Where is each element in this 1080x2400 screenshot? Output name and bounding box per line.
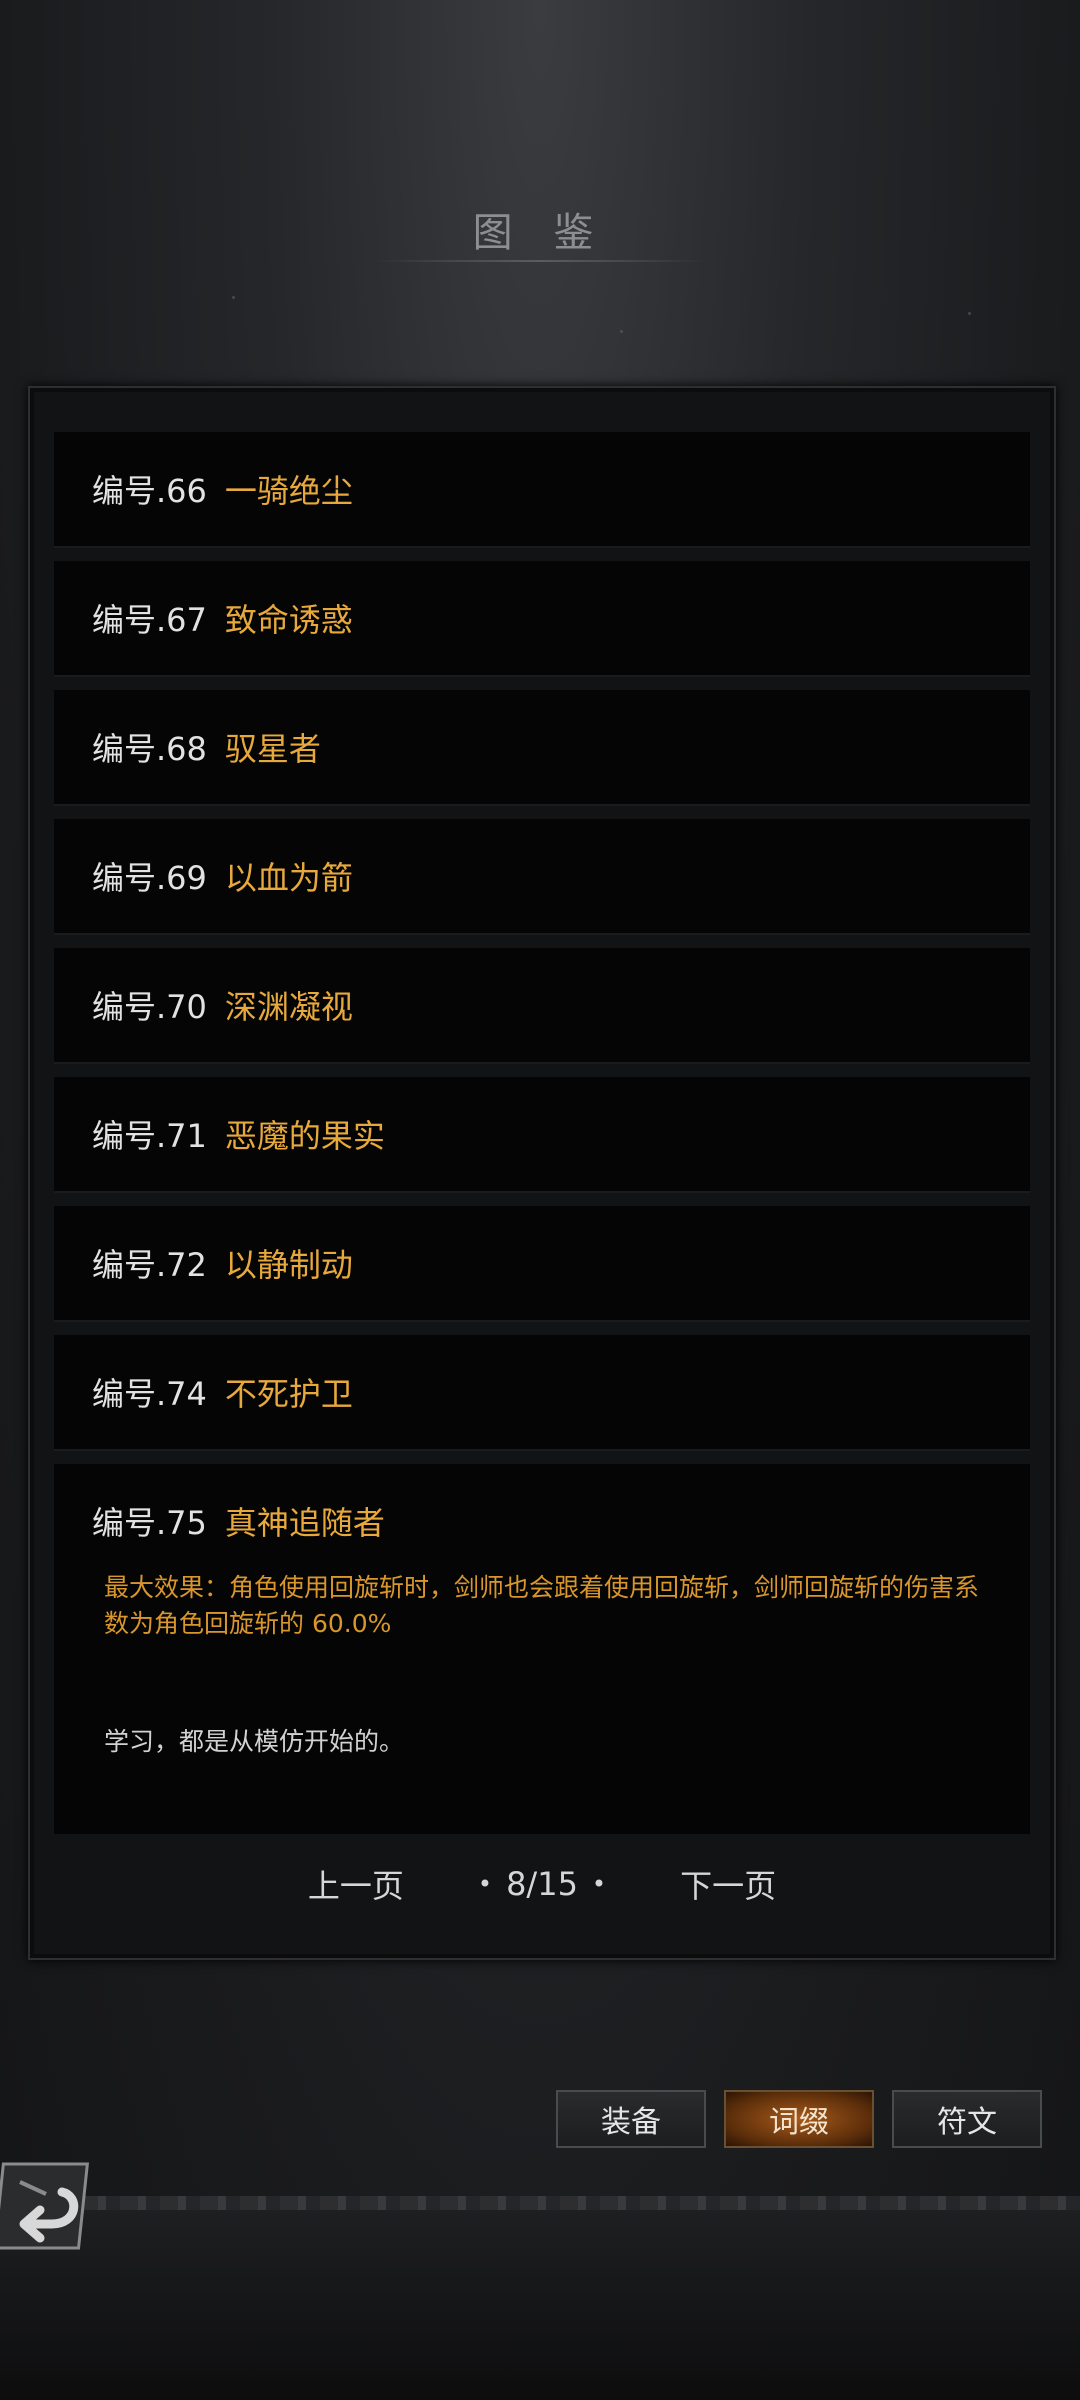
tab-affix[interactable]: 词缀 (724, 2090, 874, 2148)
entry-number: 编号.74 (92, 1375, 207, 1413)
title-divider (375, 260, 705, 262)
entry-name: 深渊凝视 (224, 988, 353, 1026)
list-item[interactable]: 编号.74 不死护卫 (54, 1335, 1030, 1449)
tab-equipment[interactable]: 装备 (556, 2090, 706, 2148)
entry-name: 以静制动 (224, 1246, 353, 1284)
entry-flavor-text: 学习，都是从模仿开始的。 (104, 1727, 405, 1756)
codex-panel: 编号.66 一骑绝尘 编号.67 致命诱惑 编号.68 驭星者 编号.69 以血… (28, 386, 1056, 1960)
list-item[interactable]: 编号.66 一骑绝尘 (54, 432, 1030, 546)
page-indicator: 8/15 (506, 1865, 578, 1903)
expanded-list-item[interactable]: 编号.75 真神追随者 最大效果：角色使用回旋斩时，剑师也会跟着使用回旋斩，剑师… (54, 1464, 1030, 1834)
list-item[interactable]: 编号.72 以静制动 (54, 1206, 1030, 1320)
tab-rune[interactable]: 符文 (892, 2090, 1042, 2148)
entry-number: 编号.69 (92, 859, 207, 897)
entry-name: 一骑绝尘 (224, 472, 353, 510)
entry-number: 编号.75 (92, 1504, 207, 1542)
entry-name: 恶魔的果实 (224, 1117, 385, 1155)
back-button[interactable] (0, 2158, 96, 2254)
bottom-bar (0, 2200, 1080, 2400)
entry-number: 编号.68 (92, 730, 207, 768)
codex-screen: 图 鉴 编号.66 一骑绝尘 编号.67 致命诱惑 编号.68 驭星者 编号.6… (0, 0, 1080, 2400)
list-item[interactable]: 编号.71 恶魔的果实 (54, 1077, 1030, 1191)
expanded-item-header: 编号.75 真神追随者 (92, 1500, 992, 1542)
entry-effect-text: 最大效果：角色使用回旋斩时，剑师也会跟着使用回旋斩，剑师回旋斩的伤害系数为角色回… (104, 1573, 980, 1638)
entry-name: 不死护卫 (224, 1375, 353, 1413)
entry-name: 致命诱惑 (224, 601, 353, 639)
page-title: 图 鉴 (472, 210, 608, 256)
list-item[interactable]: 编号.69 以血为箭 (54, 819, 1030, 933)
back-arrow-icon (0, 2162, 90, 2250)
bullet-icon: • (477, 1870, 493, 1898)
entry-number: 编号.71 (92, 1117, 207, 1155)
bullet-icon: • (591, 1870, 607, 1898)
list-item[interactable]: 编号.68 驭星者 (54, 690, 1030, 804)
entry-number: 编号.66 (92, 472, 207, 510)
entry-number: 编号.72 (92, 1246, 207, 1284)
next-page-button[interactable]: 下一页 (680, 1861, 776, 1907)
entry-name: 驭星者 (224, 730, 321, 768)
list-item[interactable]: 编号.67 致命诱惑 (54, 561, 1030, 675)
entry-number: 编号.70 (92, 988, 207, 1026)
pagination: 上一页 • 8/15 • 下一页 (30, 1854, 1054, 1914)
entry-name: 真神追随者 (224, 1504, 385, 1542)
bottom-divider (0, 2196, 1080, 2210)
entry-name: 以血为箭 (224, 859, 353, 897)
list-item[interactable]: 编号.70 深渊凝视 (54, 948, 1030, 1062)
entry-number: 编号.67 (92, 601, 207, 639)
entry-list: 编号.66 一骑绝尘 编号.67 致命诱惑 编号.68 驭星者 编号.69 以血… (54, 432, 1030, 1834)
prev-page-button[interactable]: 上一页 (308, 1861, 404, 1907)
